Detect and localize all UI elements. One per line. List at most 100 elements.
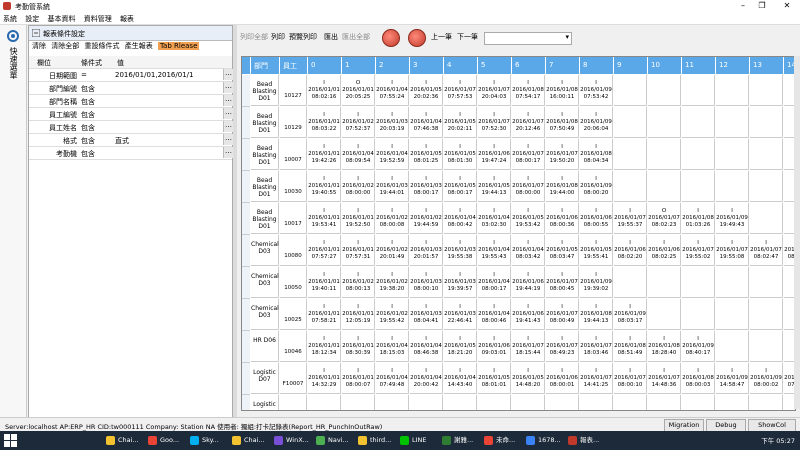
grid-row-header[interactable] bbox=[242, 171, 250, 203]
export-button[interactable]: 匯出 bbox=[324, 32, 338, 42]
grid-row-header[interactable] bbox=[242, 395, 250, 410]
grid-row-header[interactable] bbox=[242, 139, 250, 171]
grid-row-header[interactable] bbox=[242, 363, 250, 395]
maximize-icon[interactable]: ❐ bbox=[755, 1, 769, 11]
condition-op[interactable]: 包含 bbox=[81, 123, 119, 133]
print-preview-button[interactable]: 預覽列印 bbox=[289, 32, 317, 42]
grid-row-header[interactable] bbox=[242, 203, 250, 235]
grid-column-header[interactable]: 員工 bbox=[280, 57, 308, 74]
grid-column-header[interactable]: 3 bbox=[410, 57, 444, 74]
ellipsis-icon[interactable]: … bbox=[223, 95, 233, 106]
condition-row[interactable]: 部門名稱 包含… bbox=[29, 95, 233, 108]
taskbar-item[interactable]: Goo... bbox=[146, 434, 179, 447]
grid-row-header[interactable] bbox=[242, 75, 250, 107]
grid-column-header[interactable]: 7 bbox=[546, 57, 580, 74]
minimize-icon[interactable]: – bbox=[736, 1, 750, 11]
punch-time: 08:00:36 bbox=[549, 222, 575, 228]
grid-column-header[interactable]: 5 bbox=[478, 57, 512, 74]
grid-column-header[interactable]: 10 bbox=[648, 57, 682, 74]
clear-button[interactable]: 清除 bbox=[32, 41, 46, 51]
print-button[interactable]: 列印 bbox=[271, 32, 285, 42]
tab-release-button[interactable]: Tab Rlease bbox=[157, 42, 200, 50]
grid-row-header[interactable] bbox=[242, 107, 250, 139]
grid-punch-cell: I 2016/01/06 19:41:43 bbox=[512, 299, 545, 330]
grid-punch-cell: I 2016/01/07 08:00:17 bbox=[512, 139, 545, 170]
grid-column-header[interactable]: 0 bbox=[308, 57, 342, 74]
grid-column-header[interactable]: 4 bbox=[444, 57, 478, 74]
condition-row[interactable]: 日期範圍 = 2016/01/01,2016/01/1… bbox=[29, 69, 233, 82]
condition-op[interactable]: = bbox=[81, 71, 119, 79]
taskbar-item[interactable]: 謝雅... bbox=[440, 434, 473, 447]
ellipsis-icon[interactable]: … bbox=[223, 121, 233, 132]
zoom-out-icon[interactable] bbox=[382, 29, 400, 47]
page-select[interactable]: ▾ bbox=[484, 32, 572, 45]
close-icon[interactable]: ✕ bbox=[780, 1, 794, 11]
ellipsis-icon[interactable]: … bbox=[223, 147, 233, 158]
taskbar-item[interactable]: Chai... bbox=[104, 434, 139, 447]
grid-row-header[interactable] bbox=[242, 267, 250, 299]
menu-basic-data[interactable]: 基本資料 bbox=[44, 13, 78, 25]
taskbar-item[interactable]: LINE bbox=[398, 434, 427, 447]
taskbar-item[interactable]: Chai... bbox=[230, 434, 265, 447]
condition-row[interactable]: 考勤機 包含… bbox=[29, 147, 233, 160]
taskbar-item[interactable]: 未命... bbox=[482, 434, 515, 447]
taskbar-item[interactable]: Navi... bbox=[314, 434, 349, 447]
condition-value[interactable]: 直式 bbox=[115, 136, 195, 146]
menu-reports[interactable]: 報表 bbox=[117, 13, 137, 25]
ellipsis-icon[interactable]: … bbox=[223, 134, 233, 145]
prev-record-button[interactable]: 上一筆 bbox=[431, 32, 452, 42]
grid-vertical-scrollbar[interactable] bbox=[794, 56, 800, 409]
grid-column-header[interactable]: 13 bbox=[750, 57, 784, 74]
grid-punch-cell: I 2016/01/02 20:01:49 bbox=[376, 235, 409, 266]
condition-op[interactable]: 包含 bbox=[81, 84, 119, 94]
panel-splitter[interactable] bbox=[233, 25, 237, 417]
taskbar-item[interactable]: WinX... bbox=[272, 434, 309, 447]
punch-date: 2016/01/04 bbox=[376, 87, 408, 93]
condition-op[interactable]: 包含 bbox=[81, 136, 119, 146]
print-all-button[interactable]: 列印全部 bbox=[240, 32, 268, 42]
condition-op[interactable]: 包含 bbox=[81, 149, 119, 159]
condition-row[interactable]: 格式 包含 直式… bbox=[29, 134, 233, 147]
ellipsis-icon[interactable]: … bbox=[223, 108, 233, 119]
grid-column-header[interactable]: 8 bbox=[580, 57, 614, 74]
menu-system[interactable]: 系統 bbox=[0, 13, 20, 25]
grid-column-header[interactable]: 部門 bbox=[251, 57, 280, 74]
grid-column-header[interactable]: 11 bbox=[682, 57, 716, 74]
condition-value[interactable]: 2016/01/01,2016/01/1 bbox=[115, 71, 195, 79]
panel-pin-icon[interactable] bbox=[32, 29, 40, 37]
reset-conditions-button[interactable]: 重設條件式 bbox=[84, 41, 119, 51]
condition-op[interactable]: 包含 bbox=[81, 110, 119, 120]
taskbar-app-icon bbox=[442, 436, 451, 445]
grid-punch-cell bbox=[750, 299, 783, 330]
grid-row-header[interactable] bbox=[242, 235, 250, 267]
grid-row-header[interactable] bbox=[242, 299, 250, 331]
menu-settings[interactable]: 設定 bbox=[22, 13, 42, 25]
grid-punch-cell: I 2016/01/09 19:39:02 bbox=[580, 267, 613, 298]
clear-all-button[interactable]: 清除全部 bbox=[51, 41, 79, 51]
grid-column-header[interactable]: 1 bbox=[342, 57, 376, 74]
taskbar-item[interactable]: third... bbox=[356, 434, 391, 447]
condition-row[interactable]: 員工姓名 包含… bbox=[29, 121, 233, 134]
condition-row[interactable]: 部門編號 包含… bbox=[29, 82, 233, 95]
ellipsis-icon[interactable]: … bbox=[223, 82, 233, 93]
condition-op[interactable]: 包含 bbox=[81, 97, 119, 107]
grid-row-header[interactable] bbox=[242, 331, 250, 363]
export-all-button[interactable]: 匯出全部 bbox=[342, 32, 370, 42]
punch-date: 2016/01/05 bbox=[546, 247, 578, 253]
grid-column-header[interactable]: 6 bbox=[512, 57, 546, 74]
windows-start-icon[interactable] bbox=[4, 434, 17, 447]
quick-menu-sidebar[interactable]: 快速選單 bbox=[0, 25, 27, 417]
generate-report-button[interactable]: 產生報表 bbox=[125, 41, 153, 51]
ellipsis-icon[interactable]: … bbox=[223, 69, 233, 80]
zoom-in-icon[interactable] bbox=[408, 29, 426, 47]
condition-row[interactable]: 員工編號 包含… bbox=[29, 108, 233, 121]
taskbar-item[interactable]: 報表... bbox=[566, 434, 599, 447]
next-record-button[interactable]: 下一筆 bbox=[457, 32, 478, 42]
grid-column-header[interactable]: 9 bbox=[614, 57, 648, 74]
taskbar-item[interactable]: Sky... bbox=[188, 434, 219, 447]
grid-column-header[interactable]: 12 bbox=[716, 57, 750, 74]
punch-date: 2016/01/07 bbox=[614, 375, 646, 381]
taskbar-item[interactable]: 1678... bbox=[524, 434, 561, 447]
menu-data-management[interactable]: 資料管理 bbox=[81, 13, 115, 25]
grid-column-header[interactable]: 2 bbox=[376, 57, 410, 74]
